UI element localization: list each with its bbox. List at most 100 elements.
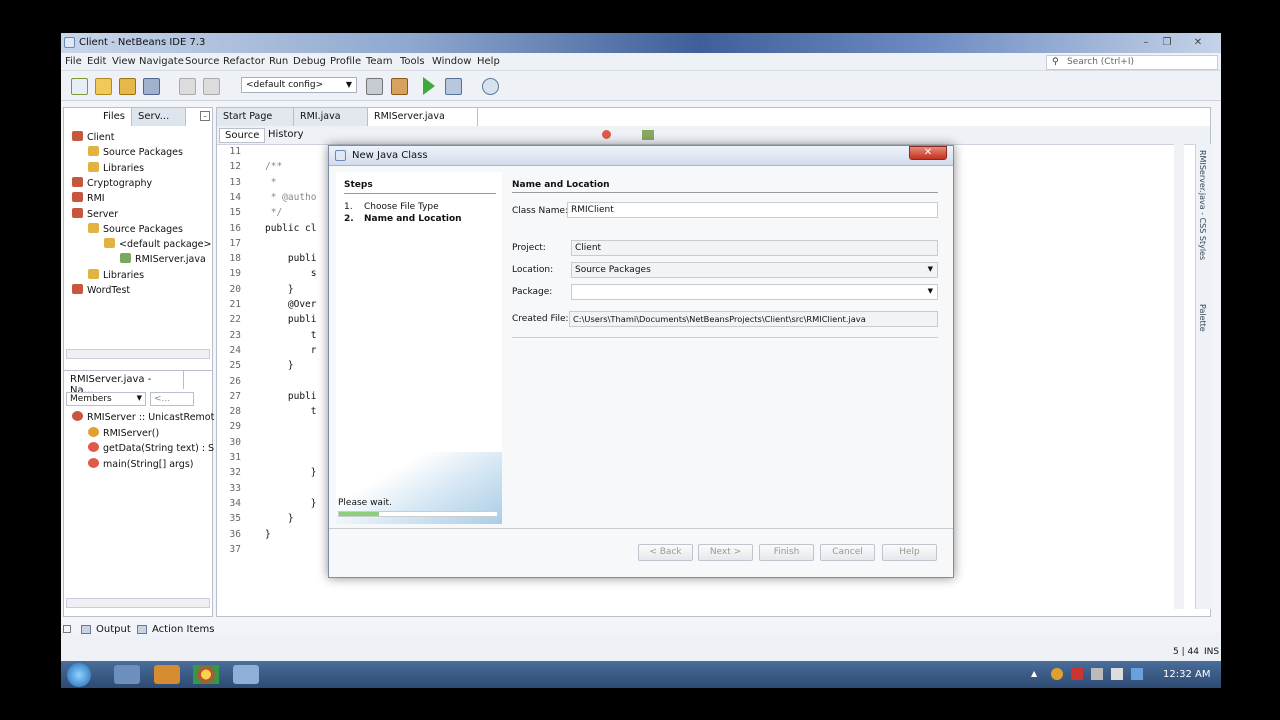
media-taskbar-icon[interactable] [154,665,180,684]
package-select[interactable]: ▼ [571,284,938,300]
insert-mode: INS [1204,647,1220,657]
line-number: 33 [229,482,241,494]
title-bar: Client - NetBeans IDE 7.3 – ❐ ✕ [61,33,1221,53]
explorer-taskbar-icon[interactable] [114,665,140,684]
menu-debug[interactable]: Debug [293,56,326,67]
menu-file[interactable]: File [65,56,82,67]
menu-team[interactable]: Team [366,56,392,67]
tab-rmi-java[interactable]: RMI.java [294,108,368,126]
new-project-icon[interactable] [95,78,112,95]
navigator-item[interactable]: main(String[] args) [88,457,193,470]
profile-icon[interactable] [482,78,499,95]
next-button[interactable]: Next > [698,544,753,561]
output-tab[interactable]: Output [96,624,131,635]
cancel-button[interactable]: Cancel [820,544,875,561]
line-number: 21 [229,299,241,310]
menu-tools[interactable]: Tools [400,56,425,67]
tab-rmiserver-java[interactable]: RMIServer.java [368,108,478,126]
caret-position: 5 | 44 [1173,647,1199,657]
menu-window[interactable]: Window [432,56,471,67]
tree-item[interactable]: Server [72,207,118,220]
code-line: } [265,513,294,525]
maximize-button[interactable]: ❐ [1158,36,1176,49]
clean-build-icon[interactable] [391,78,408,95]
comment-icon[interactable] [642,130,654,140]
build-icon[interactable] [366,78,383,95]
config-select[interactable]: <default config> ▼ [241,77,357,93]
finish-button[interactable]: Finish [759,544,814,561]
line-number: 28 [229,406,241,418]
tree-item[interactable]: WordTest [72,284,130,296]
navigator-title[interactable]: RMIServer.java - Na... [64,371,184,396]
horizontal-scrollbar[interactable] [66,598,210,608]
class-name-input[interactable]: RMIClient [567,202,938,218]
save-all-icon[interactable] [143,78,160,95]
netbeans-taskbar-icon[interactable] [233,665,259,684]
record-macro-icon[interactable] [602,130,611,139]
menu-help[interactable]: Help [477,56,500,67]
open-project-icon[interactable] [119,78,136,95]
minimize-button[interactable]: – [1137,36,1155,49]
vertical-scrollbar[interactable] [1174,144,1184,609]
close-button[interactable]: ✕ [1189,36,1207,49]
code-line: s [265,268,317,280]
navigator-item[interactable]: RMIServer() [88,426,159,439]
horizontal-scrollbar[interactable] [66,349,210,359]
tray-app-icon[interactable] [1051,668,1063,680]
members-select[interactable]: Members ▼ [66,392,146,406]
tree-item[interactable]: RMIServer.java [120,253,206,265]
action-items-tab[interactable]: Action Items [152,624,214,635]
tree-item[interactable]: Source Packages [88,222,183,235]
chrome-taskbar-icon[interactable] [193,665,219,684]
search-input[interactable]: Search (Ctrl+I) [1067,57,1134,67]
menu-source[interactable]: Source [185,56,219,67]
navigator-item[interactable]: RMIServer :: UnicastRemot [72,411,214,423]
tree-item[interactable]: Source Packages [88,146,183,158]
tree-item[interactable]: Libraries [88,268,145,281]
tab-history[interactable]: History [263,128,309,141]
debug-icon[interactable] [445,78,462,95]
menu-navigate[interactable]: Navigate [139,56,184,67]
back-button[interactable]: < Back [638,544,693,561]
tree-item[interactable]: <default package> [104,238,211,250]
menu-run[interactable]: Run [269,56,288,67]
code-line: /** [265,161,283,173]
menu-view[interactable]: View [112,56,136,67]
tree-item[interactable]: Cryptography [72,176,153,189]
redo-icon[interactable] [203,78,220,95]
tab-files[interactable]: Files [64,108,132,126]
tab-start-page[interactable]: Start Page [217,108,294,126]
tree-item-label: Cryptography [87,177,153,189]
help-button[interactable]: Help [882,544,937,561]
restore-icon[interactable] [63,625,71,633]
minimize-panel-icon[interactable]: – [200,111,210,121]
tray-volume-icon[interactable] [1131,668,1143,680]
search-box[interactable]: ⚲ Search (Ctrl+I) [1046,55,1218,70]
tree-item[interactable]: Libraries [88,161,144,174]
tray-arrow-icon[interactable]: ▲ [1031,669,1037,678]
menu-refactor[interactable]: Refactor [223,56,265,67]
location-select[interactable]: Source Packages ▼ [571,262,938,278]
css-styles-tab[interactable]: RMIServer.java - CSS Styles [1198,150,1207,260]
tree-item-label: Libraries [103,269,145,281]
dialog-close-button[interactable]: ✕ [909,146,947,160]
line-number: 14 [229,191,241,203]
tree-item[interactable]: Client [72,131,115,143]
code-line: t [265,406,317,418]
palette-tab[interactable]: Palette [1198,304,1207,332]
navigator-item[interactable]: getData(String text) : S [88,442,214,454]
start-button[interactable] [67,663,91,687]
tab-source[interactable]: Source [219,128,266,143]
new-file-icon[interactable] [71,78,88,95]
menu-edit[interactable]: Edit [87,56,106,67]
tree-item[interactable]: RMI [72,192,105,204]
run-icon[interactable] [423,77,435,95]
tab-services[interactable]: Serv... [132,108,186,126]
menu-profile[interactable]: Profile [330,56,361,67]
tray-security-icon[interactable] [1071,668,1083,680]
undo-icon[interactable] [179,78,196,95]
code-line: publi [265,253,317,265]
tray-device-icon[interactable] [1091,668,1103,680]
tray-network-icon[interactable] [1111,668,1123,680]
filter-select[interactable]: <... [150,392,194,406]
